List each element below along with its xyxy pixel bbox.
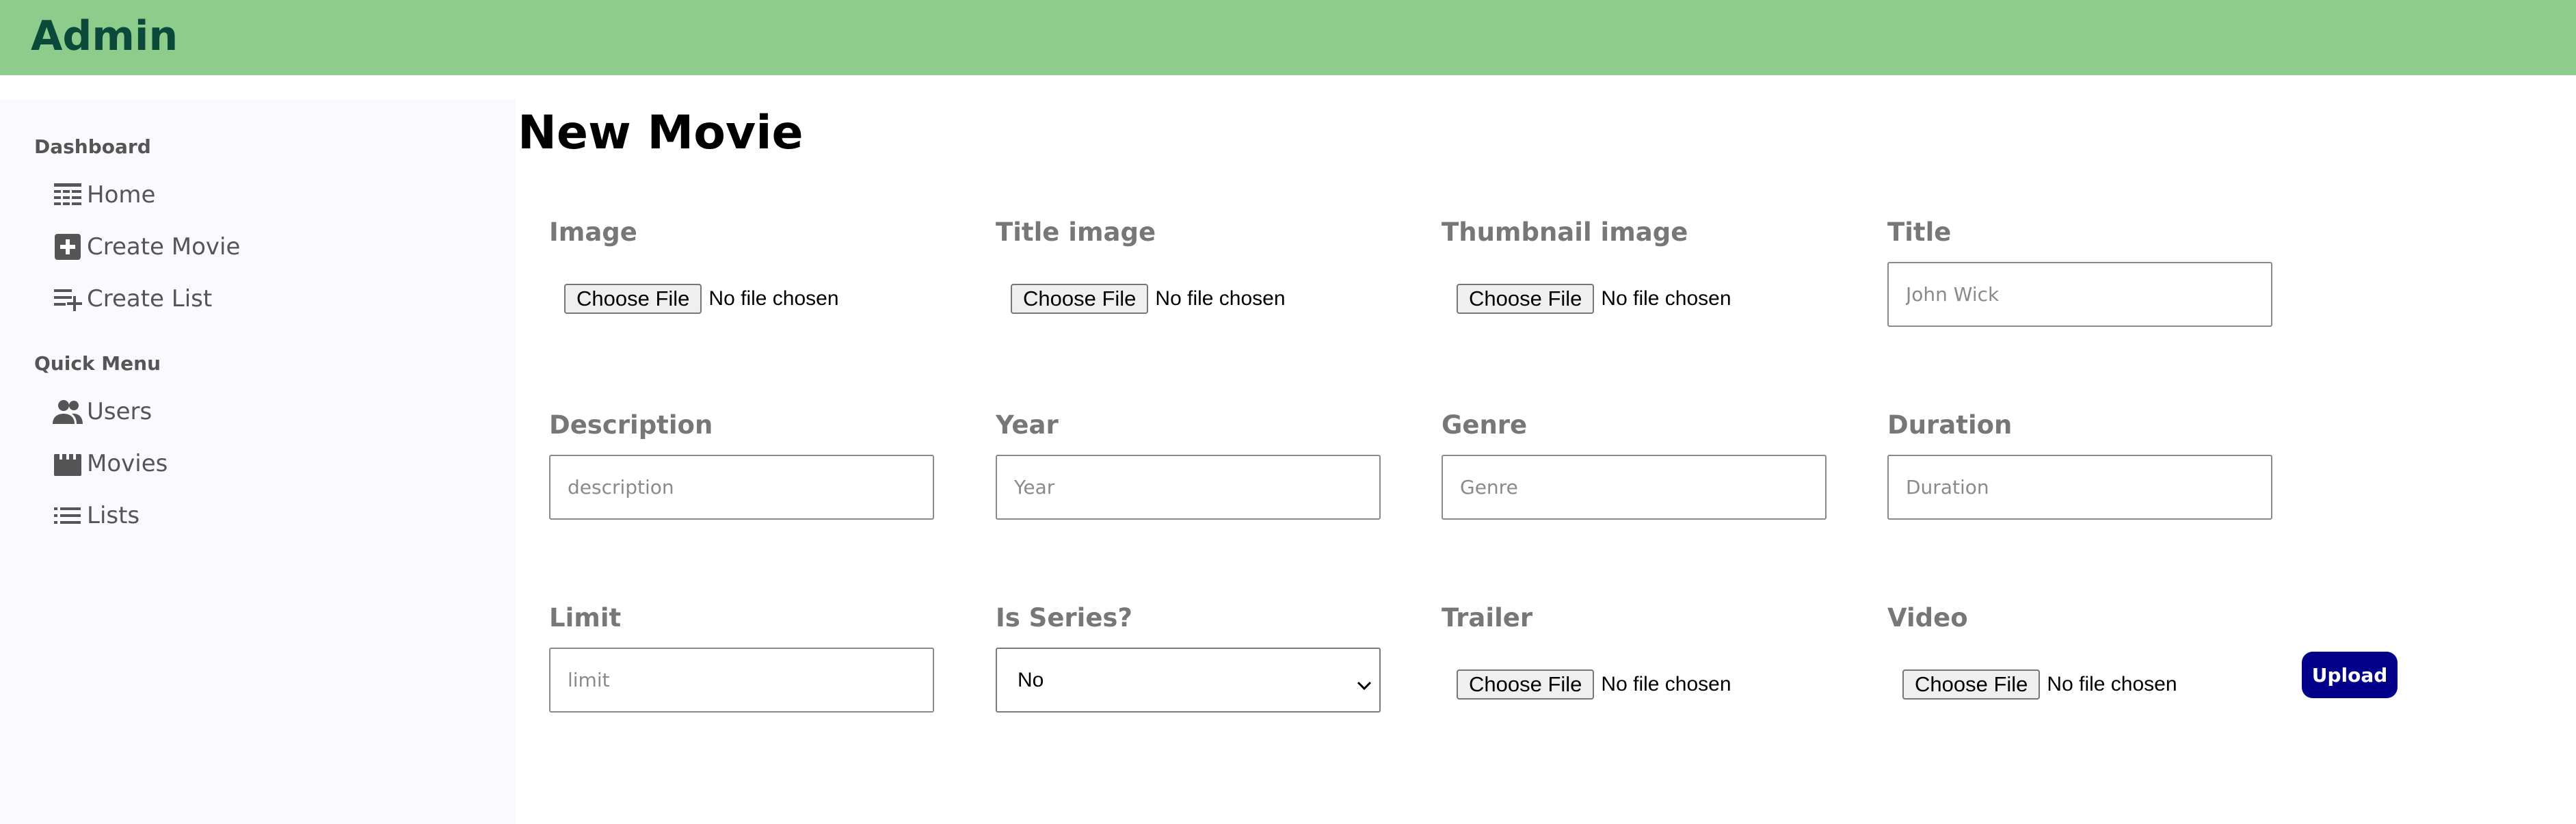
trailer-file-input[interactable]: Choose File No file chosen (1457, 669, 1731, 700)
year-label: Year (996, 410, 1059, 440)
duration-label: Duration (1887, 410, 2013, 440)
chevron-down-icon (1356, 674, 1372, 697)
file-status: No file chosen (2047, 673, 2177, 695)
users-icon (51, 395, 84, 428)
sidebar-item-label: Create Movie (87, 233, 241, 261)
thumbnail-image-field: Thumbnail image Choose File No file chos… (1442, 215, 1828, 314)
year-input[interactable] (996, 455, 1381, 520)
thumbnail-image-file-input[interactable]: Choose File No file chosen (1457, 284, 1731, 314)
genre-label: Genre (1442, 410, 1528, 440)
page-title: New Movie (518, 106, 804, 160)
upload-button[interactable]: Upload (2302, 652, 2398, 698)
file-status: No file chosen (1155, 287, 1286, 310)
is-series-value: No (1018, 668, 1044, 691)
description-label: Description (549, 410, 713, 440)
playlist-add-icon (51, 282, 84, 315)
title-image-field: Title image Choose File No file chosen (996, 215, 1382, 314)
is-series-select[interactable]: No (996, 648, 1381, 713)
file-status: No file chosen (708, 287, 839, 310)
sidebar-item-label: Movies (87, 450, 168, 477)
video-label: Video (1887, 603, 1968, 633)
choose-file-button[interactable]: Choose File (564, 284, 702, 314)
genre-input[interactable] (1442, 455, 1827, 520)
title-image-file-input[interactable]: Choose File No file chosen (1011, 284, 1286, 314)
year-field: Year (996, 408, 1382, 520)
file-status: No file chosen (1601, 673, 1731, 695)
sidebar-section-title-dashboard: Dashboard (34, 135, 151, 158)
is-series-field: Is Series? No (996, 601, 1382, 713)
sidebar-section-title-quick-menu: Quick Menu (34, 352, 161, 375)
image-field: Image Choose File No file chosen (549, 215, 935, 314)
add-box-icon (51, 230, 84, 263)
list-icon (51, 499, 84, 532)
choose-file-button[interactable]: Choose File (1902, 669, 2041, 700)
sidebar-item-label: Users (87, 398, 152, 425)
choose-file-button[interactable]: Choose File (1457, 284, 1595, 314)
limit-label: Limit (549, 603, 622, 633)
limit-field: Limit (549, 601, 935, 713)
video-field: Video Choose File No file chosen (1887, 601, 2274, 700)
sidebar-item-home[interactable]: Home (51, 178, 155, 212)
home-list-icon (51, 178, 84, 211)
sidebar-item-movies[interactable]: Movies (51, 447, 168, 481)
title-label: Title (1887, 217, 1952, 247)
app-logo-title[interactable]: Admin (31, 5, 178, 67)
sidebar-item-create-list[interactable]: Create List (51, 282, 212, 316)
title-input[interactable] (1887, 262, 2272, 327)
image-label: Image (549, 217, 637, 247)
choose-file-button[interactable]: Choose File (1011, 284, 1149, 314)
choose-file-button[interactable]: Choose File (1457, 669, 1595, 700)
sidebar-item-users[interactable]: Users (51, 395, 152, 429)
duration-field: Duration (1887, 408, 2274, 520)
trailer-label: Trailer (1442, 603, 1533, 633)
description-field: Description (549, 408, 935, 520)
title-field: Title (1887, 215, 2274, 327)
sidebar-item-label: Create List (87, 285, 213, 313)
movie-clapper-icon (51, 447, 84, 480)
image-file-input[interactable]: Choose File No file chosen (564, 284, 839, 314)
top-bar: Admin (0, 0, 2576, 75)
sidebar: Dashboard Home Create Movie Create List … (0, 99, 516, 824)
sidebar-item-label: Lists (87, 502, 140, 529)
is-series-label: Is Series? (996, 603, 1132, 633)
duration-input[interactable] (1887, 455, 2272, 520)
sidebar-item-label: Home (87, 181, 156, 209)
genre-field: Genre (1442, 408, 1828, 520)
sidebar-item-create-movie[interactable]: Create Movie (51, 230, 240, 264)
title-image-label: Title image (996, 217, 1156, 247)
thumbnail-image-label: Thumbnail image (1442, 217, 1688, 247)
video-file-input[interactable]: Choose File No file chosen (1902, 669, 2177, 700)
file-status: No file chosen (1601, 287, 1731, 310)
description-input[interactable] (549, 455, 934, 520)
trailer-field: Trailer Choose File No file chosen (1442, 601, 1828, 700)
sidebar-item-lists[interactable]: Lists (51, 499, 140, 533)
limit-input[interactable] (549, 648, 934, 713)
